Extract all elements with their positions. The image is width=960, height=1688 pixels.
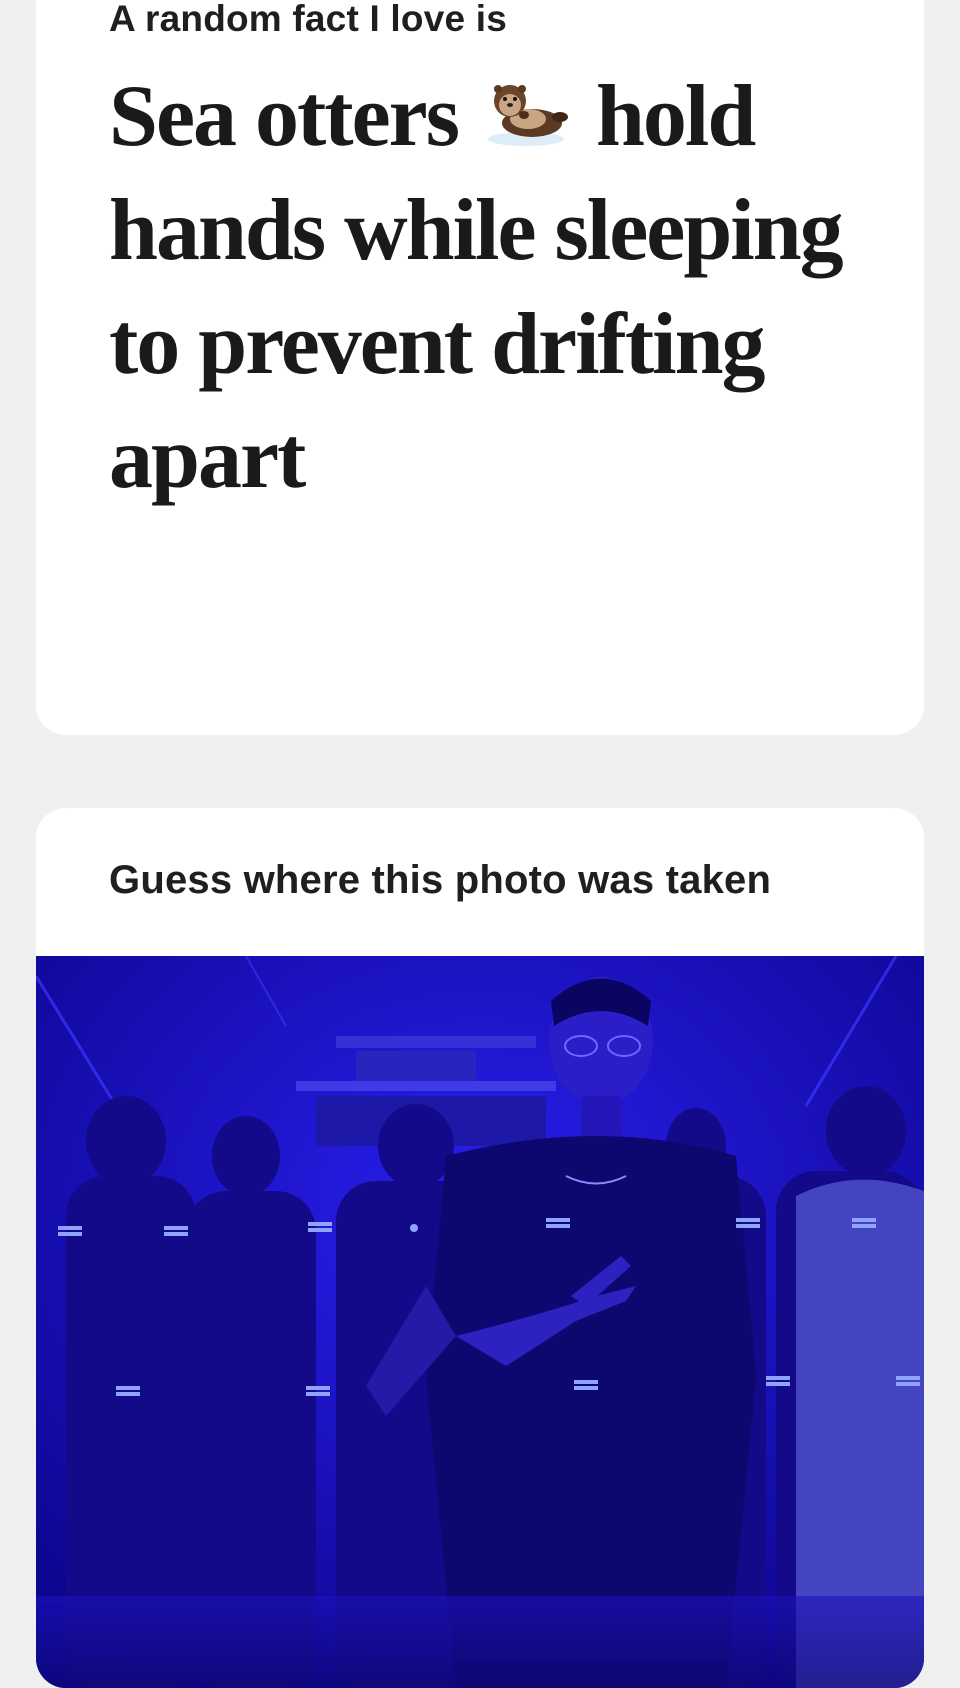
- photo-prompt-label: Guess where this photo was taken: [109, 858, 772, 902]
- sea-otter-icon: [484, 66, 570, 146]
- photo-card: Guess where this photo was taken: [36, 808, 924, 1688]
- prompt-label: A random fact I love is: [109, 0, 507, 39]
- prompt-card: A random fact I love is Sea otters hold …: [36, 0, 924, 735]
- prompt-answer-start: Sea otters: [109, 68, 460, 165]
- prompt-answer: Sea otters hold hands while sleeping to …: [109, 60, 869, 516]
- concert-photo[interactable]: [36, 956, 924, 1688]
